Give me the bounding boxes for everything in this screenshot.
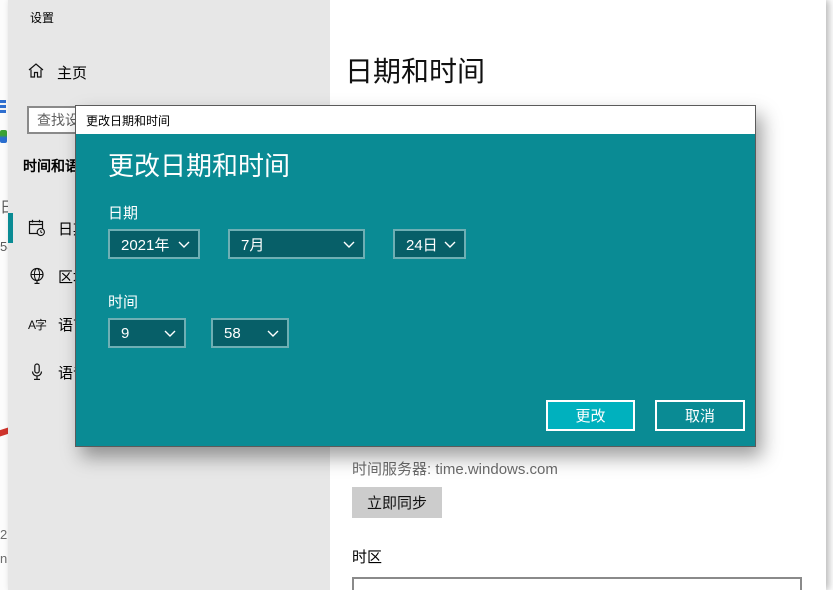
microphone-icon <box>28 363 46 381</box>
dialog-heading: 更改日期和时间 <box>108 146 290 183</box>
year-select[interactable]: 2021年 <box>108 229 200 259</box>
window-title: 设置 <box>30 9 54 26</box>
sync-now-button[interactable]: 立即同步 <box>352 487 442 518</box>
fragment-text: 58 <box>0 239 8 254</box>
globe-icon <box>28 267 46 285</box>
month-select-value: 7月 <box>241 234 264 255</box>
change-date-time-dialog: 更改日期和时间 更改日期和时间 日期 2021年 7月 24日 时间 9 58 … <box>75 105 756 447</box>
language-icon: A字 <box>28 315 46 333</box>
minute-select[interactable]: 58 <box>211 318 289 348</box>
change-button[interactable]: 更改 <box>546 400 635 431</box>
home-icon <box>28 63 44 83</box>
fragment-text: 2( <box>0 527 8 542</box>
fragment-blue-glyph <box>0 100 6 113</box>
dialog-titlebar: 更改日期和时间 <box>76 106 755 134</box>
day-select-value: 24日 <box>406 234 438 255</box>
background-window-sliver: 日 58 2( n <box>0 0 8 590</box>
day-select[interactable]: 24日 <box>393 229 466 259</box>
cancel-button[interactable]: 取消 <box>655 400 745 431</box>
sidebar-item-home[interactable]: 主页 <box>28 62 87 83</box>
page-title: 日期和时间 <box>345 50 485 90</box>
chevron-down-icon <box>164 330 176 337</box>
fragment-text: 日 <box>0 196 8 217</box>
chevron-down-icon <box>444 241 456 248</box>
time-zone-combobox[interactable] <box>352 577 802 590</box>
chevron-down-icon <box>178 241 190 248</box>
home-label: 主页 <box>57 62 87 83</box>
time-zone-label: 时区 <box>352 546 382 567</box>
hour-select-value: 9 <box>121 325 129 342</box>
calendar-clock-icon <box>28 219 46 237</box>
fragment-text: n <box>0 551 8 566</box>
time-server-text: 时间服务器: time.windows.com <box>352 458 558 479</box>
time-label: 时间 <box>108 291 138 312</box>
date-label: 日期 <box>108 202 138 223</box>
year-select-value: 2021年 <box>121 234 169 255</box>
fragment-logo <box>0 130 7 143</box>
chevron-down-icon <box>267 330 279 337</box>
chevron-down-icon <box>343 241 355 248</box>
dialog-title: 更改日期和时间 <box>76 112 170 129</box>
hour-select[interactable]: 9 <box>108 318 186 348</box>
minute-select-value: 58 <box>224 325 241 342</box>
month-select[interactable]: 7月 <box>228 229 365 259</box>
